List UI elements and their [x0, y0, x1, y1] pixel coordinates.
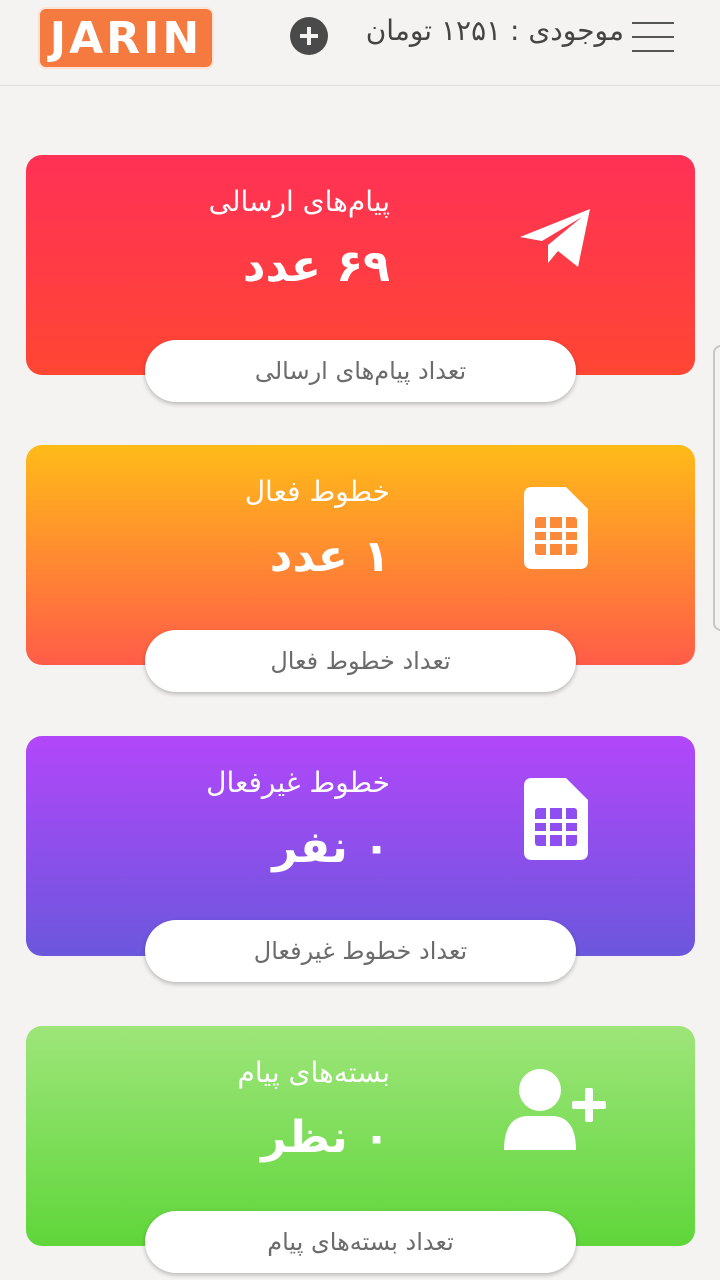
balance-text: موجودی : ۱۲۵۱ تومان: [365, 14, 624, 47]
card-value: ۰ نفر: [272, 822, 390, 873]
card-title: خطوط غیرفعال: [206, 766, 390, 799]
plus-circle-icon: [300, 27, 318, 45]
card-value: ۰ نظر: [261, 1112, 390, 1163]
sent-messages-footer[interactable]: تعداد پیام‌های ارسالی: [145, 340, 576, 402]
card-value: ۶۹ عدد: [242, 241, 390, 292]
side-drawer-handle[interactable]: [713, 345, 720, 631]
hamburger-menu-icon: [632, 22, 674, 24]
message-packages-footer[interactable]: تعداد بسته‌های پیام: [145, 1211, 576, 1273]
jarin-logo[interactable]: JARIN: [38, 7, 214, 69]
active-lines-footer[interactable]: تعداد خطوط فعال: [145, 630, 576, 692]
inactive-lines-footer[interactable]: تعداد خطوط غیرفعال: [145, 920, 576, 982]
card-title: بسته‌های پیام: [237, 1056, 390, 1089]
app-header: JARIN موجودی : ۱۲۵۱ تومان: [0, 0, 720, 86]
sim-card-icon: [524, 487, 588, 569]
card-value: ۱ عدد: [269, 531, 390, 582]
paper-plane-icon: [520, 209, 590, 267]
card-title: خطوط فعال: [244, 475, 390, 508]
sim-card-icon: [524, 778, 588, 860]
add-credit-button[interactable]: [290, 17, 328, 55]
card-title: پیام‌های ارسالی: [208, 185, 390, 218]
menu-button[interactable]: [632, 20, 674, 54]
user-plus-icon: [504, 1069, 606, 1150]
